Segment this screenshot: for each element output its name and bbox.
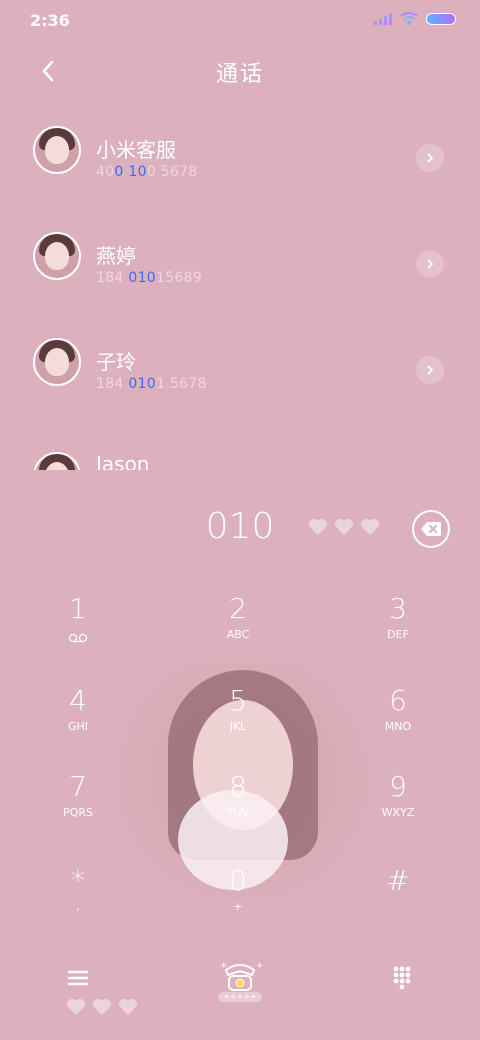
page-title: 通话: [215, 62, 264, 87]
signal-icon: [374, 13, 392, 25]
key-9[interactable]: 9 WXYZ: [338, 768, 458, 848]
status-time: 2:36: [30, 11, 70, 30]
heart-icon: [67, 999, 85, 1015]
svg-text:+: +: [220, 961, 228, 971]
contact-number: 184 01015689: [96, 270, 203, 286]
heart-icon: [119, 999, 137, 1015]
heart-decoration: [308, 518, 380, 536]
contact-detail-button[interactable]: [416, 144, 444, 172]
heart-icon: [309, 519, 327, 535]
battery-icon: [426, 13, 456, 25]
call-label: +++++: [218, 992, 262, 1002]
avatar: [33, 232, 81, 280]
status-bar: 2:36: [0, 0, 480, 42]
chevron-right-icon: [427, 365, 434, 375]
delete-button[interactable]: [412, 510, 450, 548]
contact-item[interactable]: 燕婷 184 01015689: [0, 206, 480, 312]
contact-detail-button[interactable]: [416, 356, 444, 384]
contact-number: 400 100 5678: [96, 164, 198, 180]
avatar: [33, 126, 81, 174]
key-3[interactable]: 3 DEF: [338, 590, 458, 670]
dialed-number: 010: [205, 506, 275, 547]
key-6[interactable]: 6 MNO: [338, 682, 458, 762]
menu-icon[interactable]: [64, 964, 92, 992]
heart-icon: [361, 519, 379, 535]
key-star[interactable]: * ,: [18, 862, 138, 942]
key-4[interactable]: 4 GHI: [18, 682, 138, 762]
dial-display: 010: [0, 500, 480, 560]
contact-item[interactable]: Jason: [0, 426, 480, 470]
avatar: [33, 338, 81, 386]
status-icons: [374, 12, 456, 26]
contact-name: 小米客服: [96, 138, 176, 162]
contact-number: 184 0101 5678: [96, 376, 207, 392]
chevron-right-icon: [427, 153, 434, 163]
svg-text:+: +: [256, 961, 264, 971]
backspace-icon: [421, 522, 441, 536]
chevron-right-icon: [427, 259, 434, 269]
contact-name: 燕婷: [96, 244, 136, 268]
avatar: [33, 452, 81, 470]
heart-icon: [93, 999, 111, 1015]
key-5[interactable]: 5 JKL: [178, 682, 298, 762]
contact-detail-button[interactable]: [416, 250, 444, 278]
key-8[interactable]: 8 TUV: [178, 768, 298, 848]
bottom-heart-decoration: [66, 998, 138, 1016]
keypad: 1 2 ABC 3 DEF 4 GHI 5 JKL 6 MNO 7 PQRS 8…: [0, 590, 480, 930]
header: 通话: [0, 42, 480, 98]
key-1[interactable]: 1: [18, 590, 138, 670]
key-2[interactable]: 2 ABC: [178, 590, 298, 670]
key-0[interactable]: 0 +: [178, 862, 298, 942]
contact-list: 小米客服 400 100 5678 燕婷 184 01015689 子玲 184…: [0, 100, 480, 470]
heart-icon: [335, 519, 353, 535]
contact-item[interactable]: 小米客服 400 100 5678: [0, 100, 480, 206]
contact-name: Jason: [96, 452, 150, 470]
contact-name: 子玲: [96, 350, 136, 374]
voicemail-icon: [68, 633, 88, 643]
key-hash[interactable]: #: [338, 862, 458, 942]
contact-item[interactable]: 子玲 184 0101 5678: [0, 312, 480, 418]
wifi-icon: [400, 12, 418, 25]
dialpad-icon[interactable]: [388, 962, 416, 990]
key-7[interactable]: 7 PQRS: [18, 768, 138, 848]
